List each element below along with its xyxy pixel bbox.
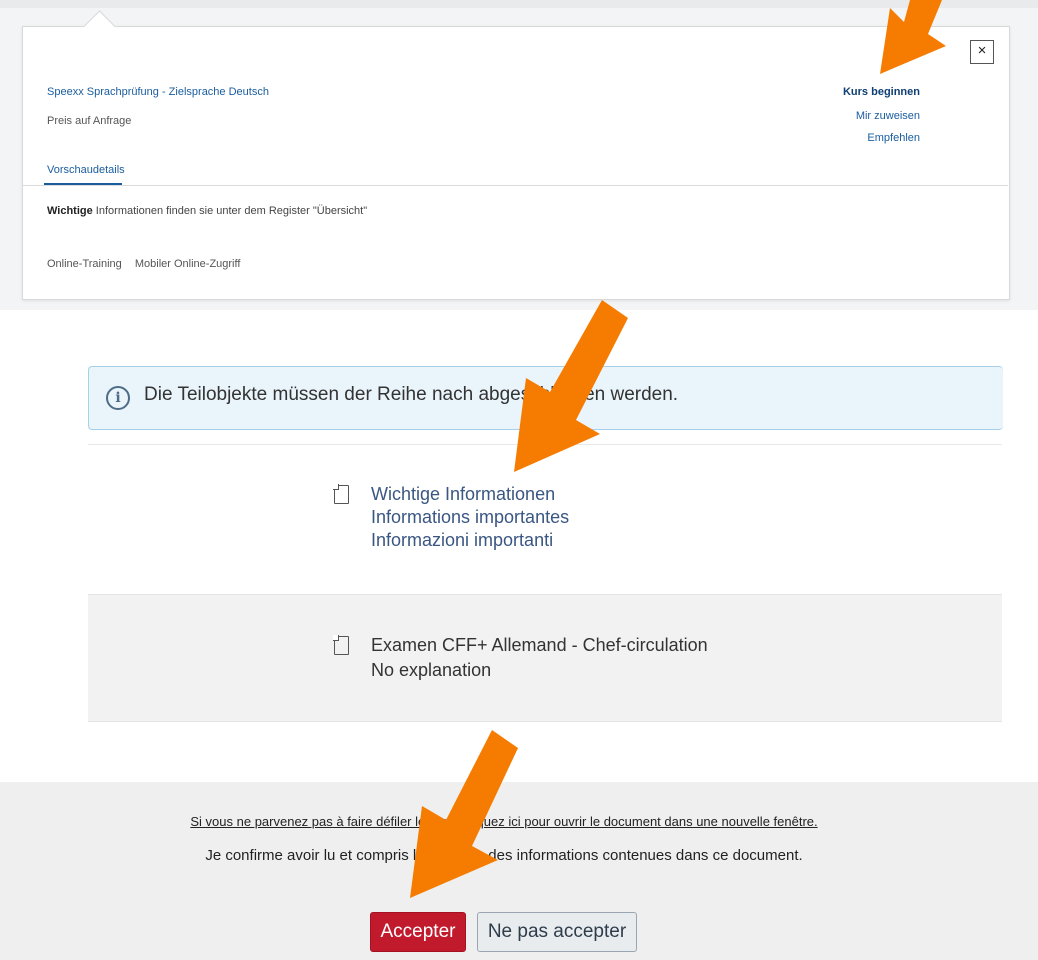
arrow-to-start-course xyxy=(880,0,946,74)
arrow-to-first-item xyxy=(514,300,628,472)
arrow-to-accept-button xyxy=(410,730,518,898)
annotation-arrows xyxy=(410,0,946,898)
arrow-icon xyxy=(410,0,946,898)
